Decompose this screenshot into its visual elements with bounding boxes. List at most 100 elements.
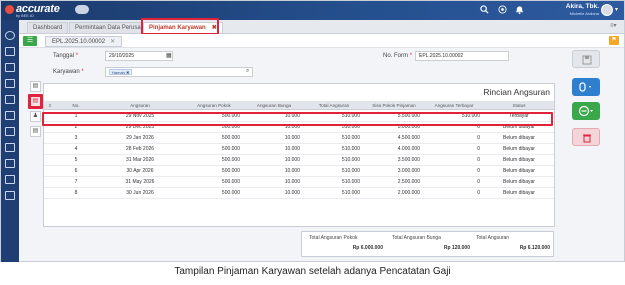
help-icon[interactable] [497, 5, 507, 15]
bank-icon[interactable] [5, 143, 15, 152]
grid-title: Rincian Angsuran [483, 87, 550, 97]
more-options-button[interactable] [572, 102, 600, 120]
karyawan-chip: Hamah ✖ [109, 69, 133, 75]
installment-grid: Rincian Angsuran ≡ No. Angsuran Angsuran… [43, 83, 555, 227]
tab-label: Dashboard [33, 25, 63, 31]
column-header[interactable]: Status [484, 101, 554, 110]
app-window: accurate by BEE.ID Akira, Tbk. Michelle … [0, 0, 625, 262]
table-cell: 5 [74, 157, 78, 163]
logo-subtext: by BEE.ID [16, 14, 34, 18]
total-bunga-value: Rp 120.000 [443, 245, 470, 251]
save-button[interactable] [572, 50, 600, 68]
table-cell: 30 Jun 2026 [126, 190, 154, 196]
table-cell: 2.500.000 [397, 179, 420, 185]
document-icon[interactable]: ▤ [30, 81, 41, 92]
table-cell: 510.000 [341, 190, 360, 196]
table-cell: Belum dibayar [503, 146, 535, 152]
table-cell: Belum dibayar [503, 168, 535, 174]
tab-menu-icon[interactable]: ≡▾ [610, 22, 617, 29]
building-icon[interactable] [5, 47, 15, 56]
calendar-icon[interactable] [5, 191, 15, 200]
user-info[interactable]: Akira, Tbk. Michelle Ardiana [561, 3, 599, 17]
table-cell: 510.000 [341, 168, 360, 174]
search-icon[interactable] [479, 5, 489, 15]
chart-icon[interactable] [5, 159, 15, 168]
table-cell: 510.000 [341, 179, 360, 185]
cart-icon[interactable] [5, 111, 15, 120]
total-angsuran-value: Rp 6.120.000 [519, 245, 550, 251]
table-cell: 6 [74, 168, 78, 174]
karyawan-input[interactable]: Hamah ✖ [105, 67, 253, 77]
monitor-icon[interactable] [5, 79, 15, 88]
column-header[interactable]: No. [56, 101, 96, 110]
avatar[interactable] [601, 4, 613, 16]
search-icon[interactable]: ⌕ [246, 68, 249, 75]
column-header[interactable]: Angsuran Pokok [184, 101, 244, 110]
chevron-down-icon[interactable]: ▾ [615, 6, 618, 13]
row-highlight [42, 112, 553, 126]
table-cell: 0 [477, 146, 480, 152]
table-cell: 500.000 [221, 157, 240, 163]
delete-button[interactable] [572, 128, 600, 146]
notes-icon[interactable]: ▤ [30, 126, 41, 137]
figure-caption: Tampilan Pinjaman Karyawan setelah adany… [174, 266, 451, 277]
total-pokok: Total Angsuran Pokok Rp 6.000.000 [309, 235, 383, 251]
table-row[interactable]: 6 30 Apr 2026 500.000 10.000 510.000 3.000.00… [44, 166, 554, 177]
table-cell: 31 May 2026 [125, 179, 155, 185]
flag-icon[interactable]: ⚑ [609, 36, 619, 45]
tab-bar: Dashboard Permintaan Data Perusahaan Pin… [19, 20, 624, 34]
column-header[interactable]: Angsuran Bunga [244, 101, 304, 110]
report-icon[interactable] [5, 175, 15, 184]
column-header[interactable]: Angsuran Terbayar [424, 101, 484, 110]
tanggal-label: Tanggal * [53, 53, 79, 59]
tab-highlight [141, 18, 219, 35]
table-cell: 4.000.000 [397, 146, 420, 152]
close-icon[interactable]: ✖ [126, 70, 129, 75]
table-row[interactable]: 4 28 Feb 2026 500.000 10.000 510.000 4.000.00… [44, 144, 554, 155]
table-cell: 500.000 [221, 135, 240, 141]
table-cell: 0 [477, 179, 480, 185]
noform-input[interactable]: EPL.2025.10.00002 [415, 51, 509, 61]
user-company: Akira, Tbk. [565, 3, 599, 10]
left-sidebar [1, 20, 19, 262]
tab-dashboard[interactable]: Dashboard [27, 22, 69, 33]
column-header[interactable]: Total Angsuran [304, 101, 364, 110]
table-cell: 4 [74, 146, 78, 152]
table-row[interactable]: 3 29 Jan 2026 500.000 10.000 510.000 4.500.00… [44, 133, 554, 144]
attachment-button[interactable] [572, 78, 600, 96]
column-header[interactable]: Sisa Pokok Pinjaman [364, 101, 424, 110]
table-cell: 510.000 [341, 146, 360, 152]
accurate-logo[interactable]: accurate by BEE.ID [5, 3, 67, 18]
users-icon[interactable]: ♟ [30, 111, 41, 122]
icon-highlight [28, 94, 43, 109]
user-name: Michelle Ardiana [569, 11, 599, 16]
document-icon[interactable] [5, 63, 15, 72]
table-cell: 28 Feb 2026 [125, 146, 155, 152]
table-cell: 10.000 [284, 190, 300, 196]
list-view-button[interactable]: ☰ [23, 36, 37, 46]
bell-icon[interactable] [514, 5, 524, 15]
total-bunga: Total Angsuran Bunga Rp 120.000 [392, 235, 470, 251]
table-cell: 10.000 [284, 157, 300, 163]
tanggal-input[interactable]: 29/10/2025 [105, 51, 173, 61]
table-cell: Belum dibayar [503, 190, 535, 196]
logo-mark-icon [5, 5, 14, 14]
table-cell: 3 [74, 135, 78, 141]
table-cell: 500.000 [221, 146, 240, 152]
table-row[interactable]: 5 31 Mar 2026 500.000 10.000 510.000 3.500.00… [44, 155, 554, 166]
table-row[interactable]: 7 31 May 2026 500.000 10.000 510.000 2.500.00… [44, 177, 554, 188]
calendar-icon[interactable]: ▦ [166, 52, 172, 59]
totals-panel: Total Angsuran Pokok Rp 6.000.000 Total A… [301, 231, 554, 257]
box-icon[interactable] [5, 95, 15, 104]
table-cell: 4.500.000 [397, 135, 420, 141]
top-bar: accurate by BEE.ID Akira, Tbk. Michelle … [1, 1, 624, 20]
document-tab[interactable]: EPL.2025.10.00002 ✕ [45, 36, 123, 47]
settings-icon[interactable] [5, 31, 15, 40]
truck-icon[interactable] [5, 127, 15, 136]
table-row[interactable]: 8 30 Jun 2026 500.000 10.000 510.000 2.000.00… [44, 188, 554, 199]
table-cell: 0 [477, 190, 480, 196]
table-cell: Belum dibayar [503, 135, 535, 141]
column-menu-icon[interactable]: ≡ [44, 101, 56, 110]
column-header[interactable]: Angsuran [96, 101, 184, 110]
close-icon[interactable]: ✕ [110, 39, 115, 45]
